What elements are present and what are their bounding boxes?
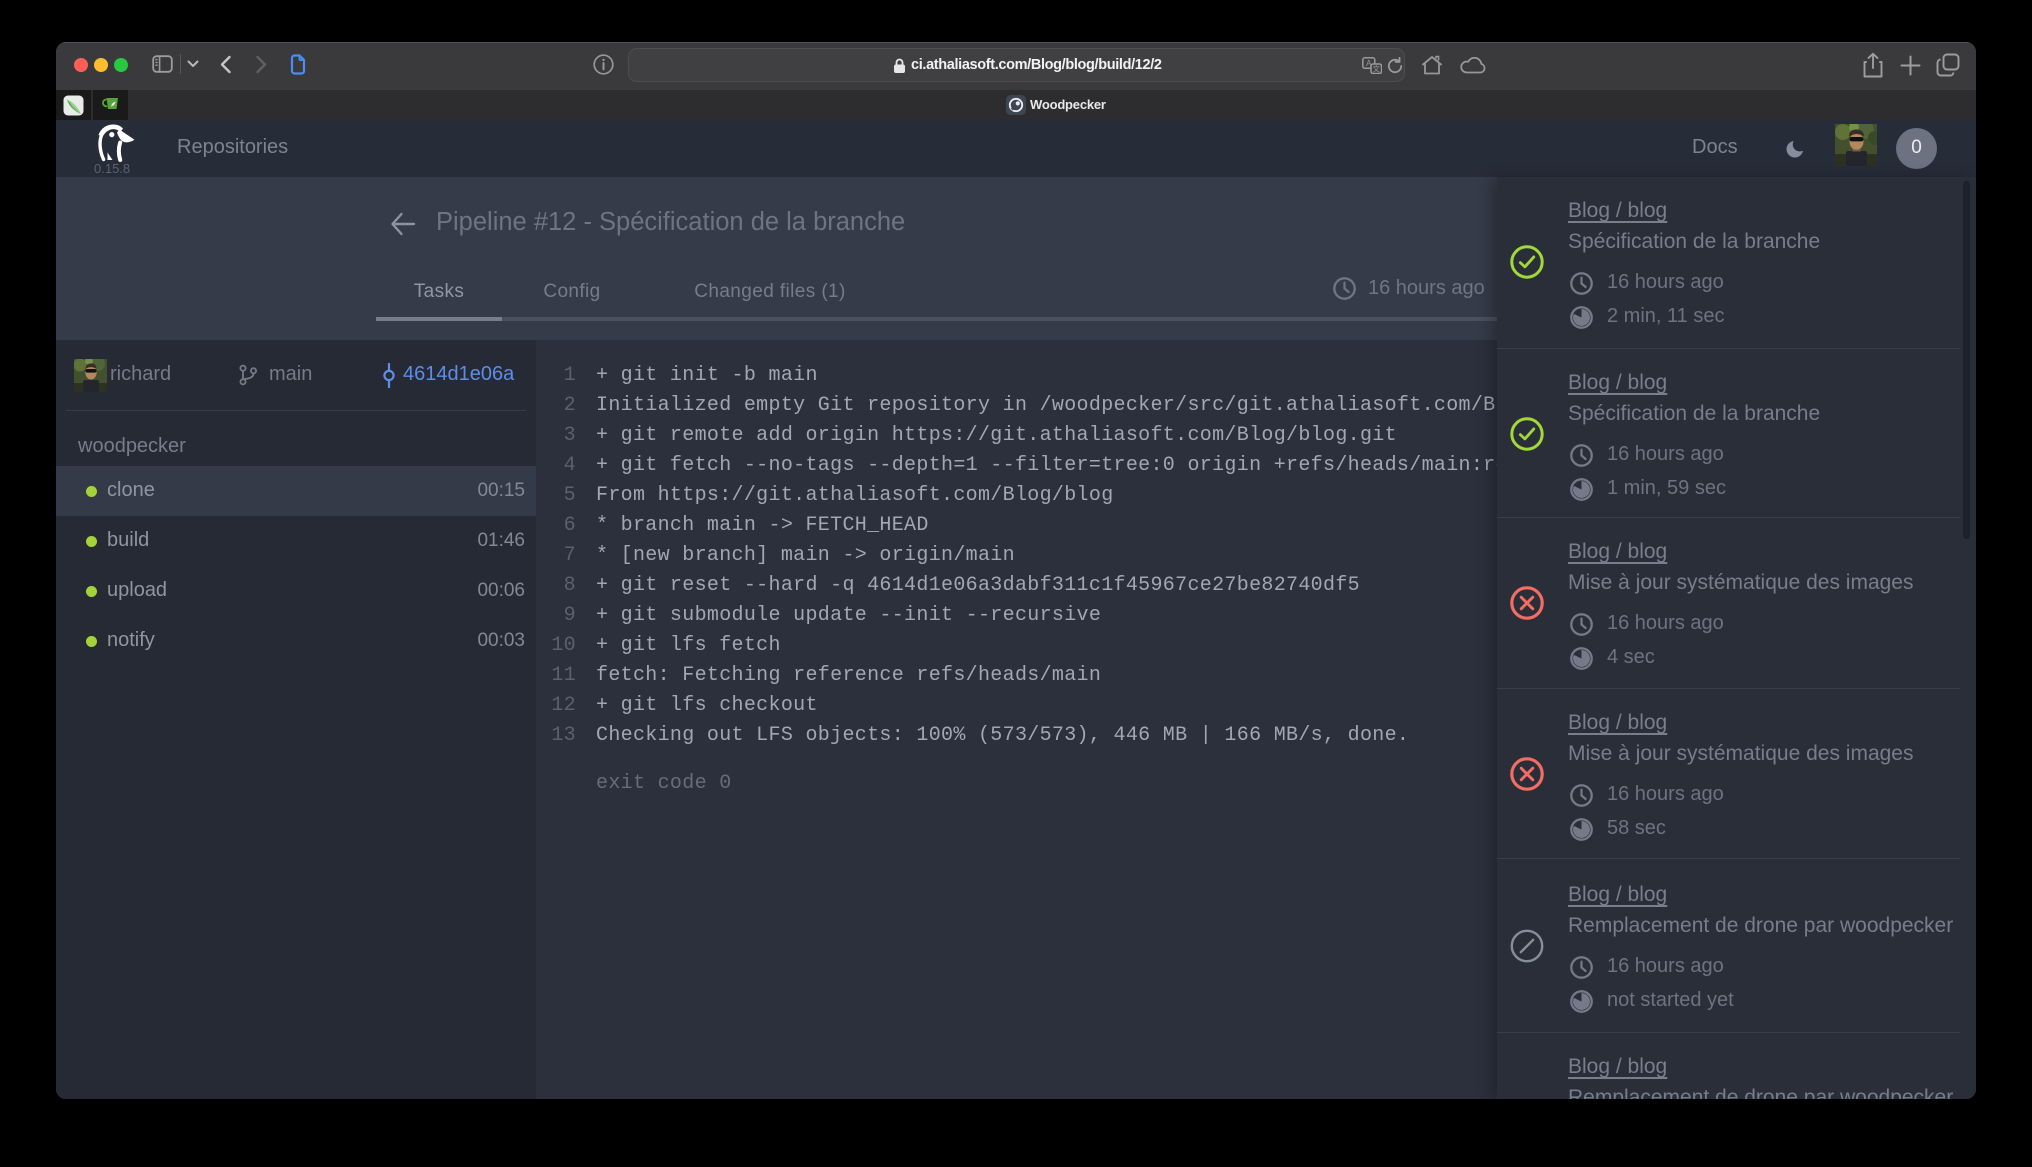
svg-text:文: 文: [1372, 64, 1380, 74]
